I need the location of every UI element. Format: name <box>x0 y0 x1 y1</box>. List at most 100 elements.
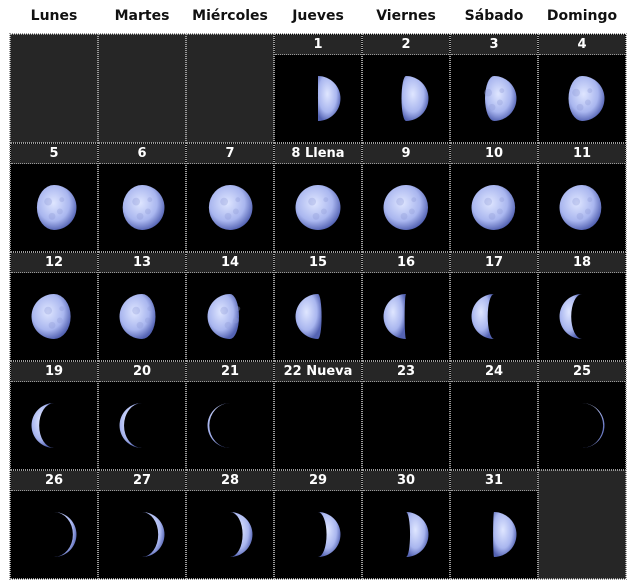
day-label: 22 Nueva <box>275 362 361 382</box>
weekday-header-7: Domingo <box>546 8 618 24</box>
moon-crater <box>144 208 151 215</box>
day-cell: 27 <box>98 470 186 579</box>
day-label: 4 <box>539 35 625 55</box>
moon-crater <box>572 88 581 97</box>
moon-phase-icon <box>451 382 537 469</box>
moon-phase-icon <box>383 294 406 339</box>
empty-day-cell <box>10 34 98 143</box>
moon-phase-icon <box>295 294 322 339</box>
day-label: 14 <box>187 253 273 273</box>
moon-image <box>99 273 185 360</box>
moon-image <box>539 164 625 251</box>
day-label: 7 <box>187 144 273 164</box>
weekday-header-3: Miércoles <box>192 8 268 24</box>
day-label: 16 <box>363 253 449 273</box>
moon-phase-icon <box>275 382 361 469</box>
day-cell: 22 Nueva <box>274 361 362 470</box>
day-cell: 24 <box>450 361 538 470</box>
moon-lit-area <box>122 185 165 230</box>
moon-image <box>451 55 537 142</box>
day-cell: 16 <box>362 252 450 361</box>
moon-lit-area <box>31 403 54 448</box>
day-cell: 9 <box>362 143 450 252</box>
moon-phase-icon <box>317 76 341 121</box>
empty-day-cell <box>98 34 186 143</box>
moon-phase-icon <box>142 512 165 557</box>
moon-image <box>187 491 273 578</box>
moon-crater <box>56 317 63 324</box>
moon-image <box>539 55 625 142</box>
day-cell: 5 <box>10 143 98 252</box>
moon-image <box>275 55 361 142</box>
moon-image <box>187 382 273 469</box>
moon-lit-area <box>401 76 429 121</box>
moon-image <box>275 273 361 360</box>
moon-phase-icon <box>295 185 341 230</box>
moon-image <box>275 491 361 578</box>
moon-image <box>363 382 449 469</box>
moon-phase-icon <box>406 512 429 557</box>
day-label: 8 Llena <box>275 144 361 164</box>
moon-image <box>11 164 97 251</box>
day-cell: 21 <box>186 361 274 470</box>
moon-crater <box>572 197 581 206</box>
day-label: 13 <box>99 253 185 273</box>
moon-image <box>451 164 537 251</box>
moon-lit-area <box>295 185 341 230</box>
moon-phase-icon <box>471 185 516 230</box>
weekday-header-4: Jueves <box>292 8 344 24</box>
moon-crater <box>488 103 496 111</box>
day-label: 29 <box>275 471 361 491</box>
moon-crater <box>400 212 408 220</box>
moon-phase-icon <box>568 76 605 121</box>
day-cell: 23 <box>362 361 450 470</box>
moon-phase-icon <box>207 294 241 339</box>
moon-lit-area <box>559 294 582 339</box>
weekday-header-6: Sábado <box>464 8 524 24</box>
day-cell: 25 <box>538 361 626 470</box>
moon-image <box>11 382 97 469</box>
moon-crater <box>220 197 229 206</box>
moon-crater <box>224 321 232 329</box>
moon-crater <box>411 197 417 203</box>
moon-image <box>99 164 185 251</box>
moon-crater <box>235 197 241 203</box>
day-label: 21 <box>187 362 273 382</box>
moon-crater <box>587 197 593 203</box>
moon-image <box>451 491 537 578</box>
day-cell: 3 <box>450 34 538 143</box>
moon-image <box>99 382 185 469</box>
moon-lit-area <box>119 403 142 448</box>
moon-crater <box>224 212 232 220</box>
moon-crater <box>235 306 241 312</box>
moon-phase-icon <box>383 185 429 230</box>
moon-crater <box>576 103 584 111</box>
moon-image <box>275 382 361 469</box>
day-label: 6 <box>99 144 185 164</box>
moon-crater <box>308 197 317 206</box>
day-label: 23 <box>363 362 449 382</box>
day-cell: 29 <box>274 470 362 579</box>
moon-image <box>11 273 97 360</box>
moon-crater <box>496 208 503 215</box>
moon-crater <box>44 306 53 315</box>
moon-phase-icon <box>559 185 602 230</box>
moon-crater <box>132 197 141 206</box>
day-label: 25 <box>539 362 625 382</box>
moon-crater <box>587 88 593 94</box>
moon-image <box>539 273 625 360</box>
day-cell: 26 <box>10 470 98 579</box>
moon-lit-area <box>317 76 341 121</box>
moon-image <box>11 491 97 578</box>
day-cell: 4 <box>538 34 626 143</box>
moon-crater <box>48 321 56 329</box>
day-label: 2 <box>363 35 449 55</box>
day-cell: 20 <box>98 361 186 470</box>
day-cell: 2 <box>362 34 450 143</box>
moon-lit-area <box>295 294 322 339</box>
day-cell: 19 <box>10 361 98 470</box>
moon-phase-icon <box>36 185 77 230</box>
moon-lit-area <box>471 294 494 339</box>
calendar-grid: 12345678 Llena 9 10 11 12 13 14 15 16 17 18 19 20 21 2… <box>9 33 627 580</box>
day-label: 12 <box>11 253 97 273</box>
